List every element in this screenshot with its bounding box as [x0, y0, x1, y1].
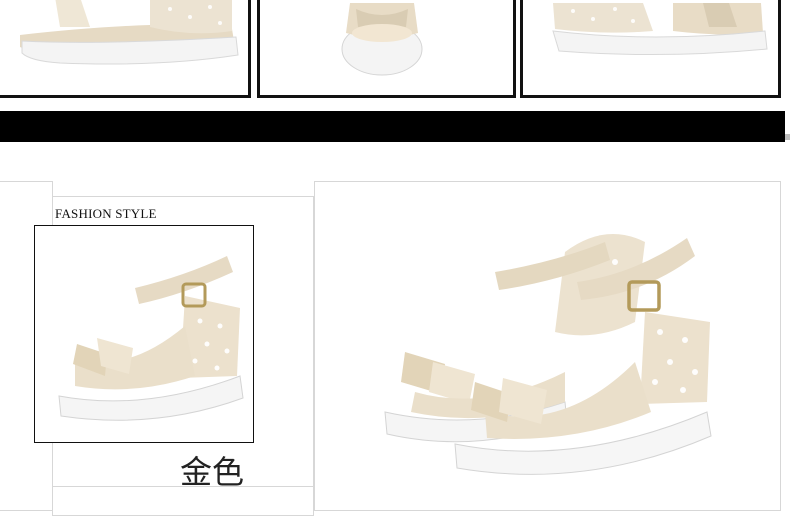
sandal-back-image: [552, 3, 768, 56]
sandal-front-image: [341, 3, 423, 76]
sandal-side-main-image: [58, 256, 244, 421]
sandal-side-image: [20, 0, 239, 65]
section-label: FASHION STYLE: [55, 206, 157, 221]
thumbnail-frame-main: [34, 225, 254, 443]
thumbnail-frame-3: [520, 0, 781, 98]
product-panel-right: [314, 181, 781, 511]
separator-band: [0, 111, 785, 142]
color-label: 金色: [180, 453, 245, 491]
separator-band-tail: [785, 134, 790, 140]
sandal-pair-image: [384, 234, 712, 475]
thumbnail-frame-1: [0, 0, 251, 98]
thumbnail-frame-2: [257, 0, 516, 98]
